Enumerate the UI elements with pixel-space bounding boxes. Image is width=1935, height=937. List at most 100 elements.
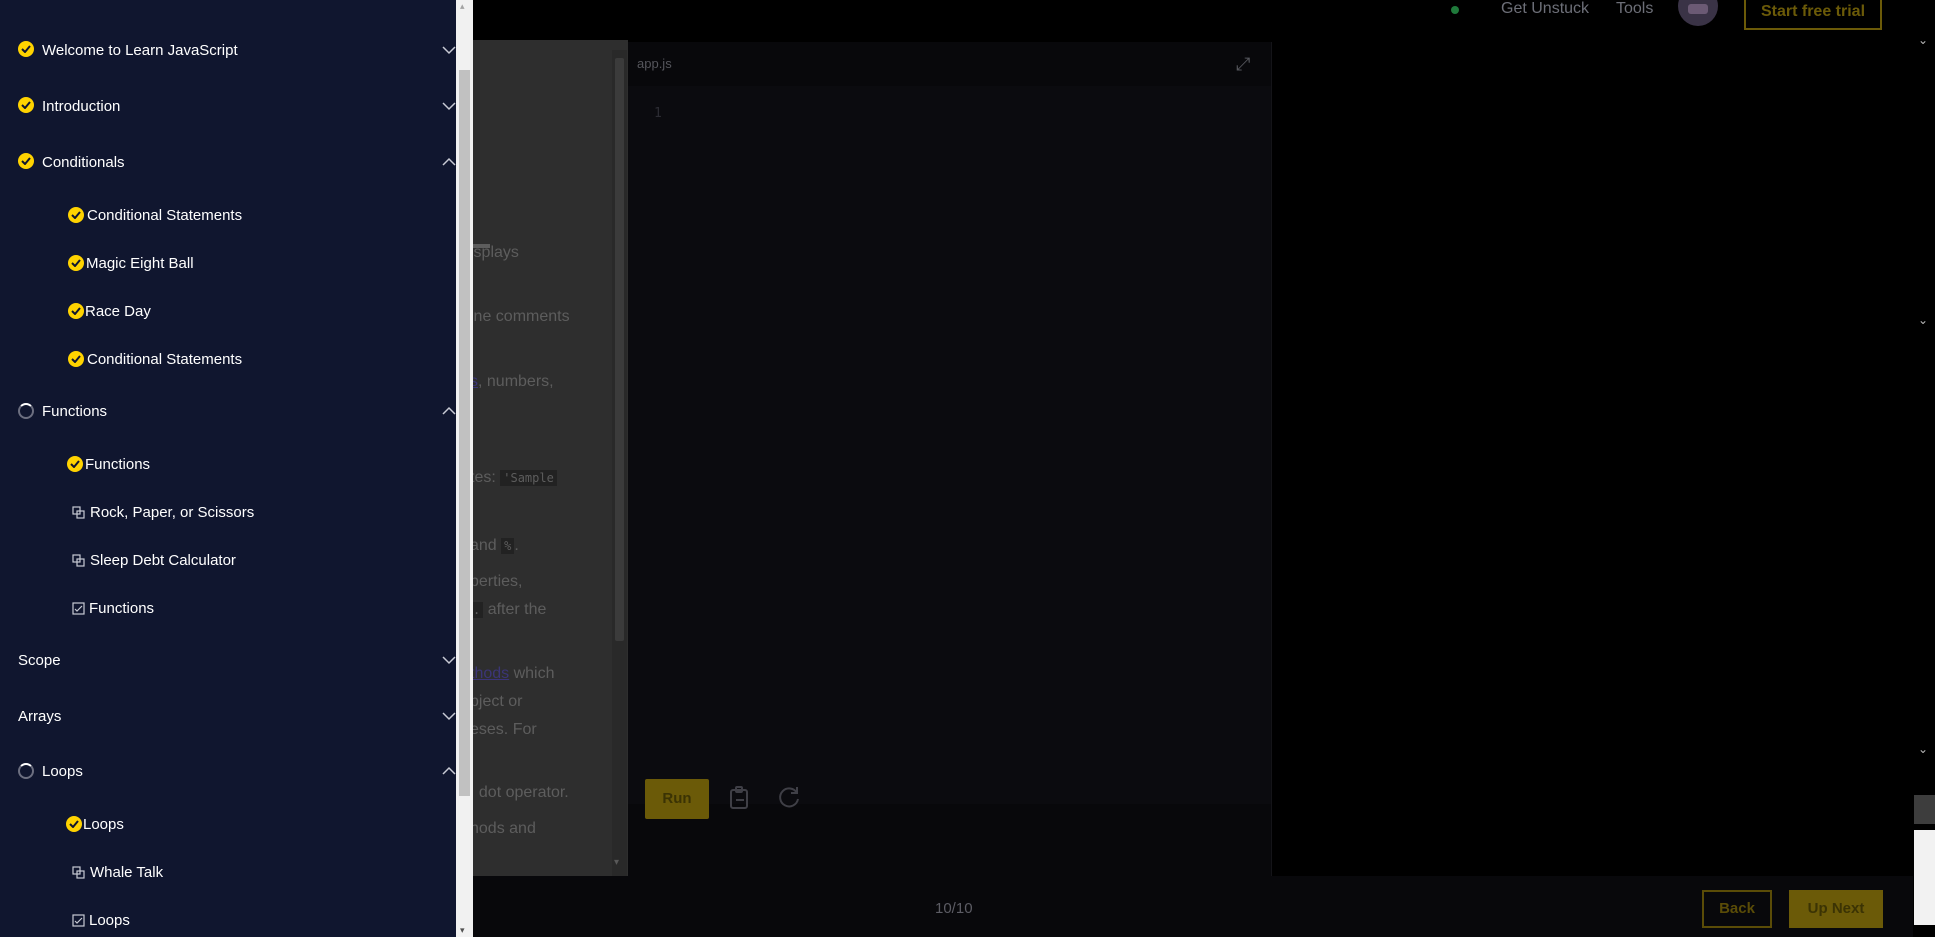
lesson-label: Loops — [83, 816, 124, 833]
lesson-scrollbar-thumb[interactable] — [615, 58, 624, 641]
lesson-item[interactable]: Race Day — [0, 297, 456, 325]
editor-divider — [1271, 42, 1272, 876]
lesson-text: eses. For — [470, 721, 537, 738]
lesson-scroll-down-icon[interactable]: ▾ — [614, 857, 619, 868]
project-item[interactable]: Sleep Debt Calculator — [0, 546, 456, 574]
tools-link[interactable]: Tools — [1616, 0, 1653, 20]
back-button[interactable]: Back — [1702, 890, 1772, 928]
lesson-text: isplays — [470, 244, 519, 261]
module-label: Loops — [42, 763, 83, 780]
lesson-item[interactable]: Conditional Statements — [0, 201, 456, 229]
lesson-text: perties, — [470, 573, 523, 590]
module-label: Welcome to Learn JavaScript — [42, 42, 238, 59]
quiz-icon — [72, 914, 85, 927]
scroll-down-icon[interactable]: ▾ — [460, 925, 465, 936]
quiz-item[interactable]: Loops — [0, 906, 456, 934]
chevron-down-icon[interactable] — [442, 650, 456, 670]
module-label: Functions — [42, 403, 108, 420]
project-label: Sleep Debt Calculator — [90, 552, 236, 569]
chevron-down-icon[interactable]: ⌄ — [1918, 742, 1928, 756]
lesson-link[interactable]: thods — [470, 665, 509, 682]
chevron-up-icon[interactable] — [442, 401, 456, 421]
module-label: Conditionals — [42, 154, 125, 171]
chevron-down-icon[interactable] — [442, 96, 456, 116]
lesson-text: bject or — [470, 693, 523, 710]
lesson-text: , dot operator. — [470, 784, 569, 801]
module-label: Arrays — [18, 708, 62, 725]
check-circle-icon — [66, 816, 82, 832]
tab-app-js[interactable]: app.js — [637, 56, 672, 71]
lesson-text: thods which — [470, 665, 555, 682]
lesson-panel: isplays ine comments s, numbers, tes: 'S… — [455, 40, 628, 876]
chevron-down-icon[interactable] — [442, 706, 456, 726]
module-welcome[interactable]: Welcome to Learn JavaScript — [0, 36, 456, 66]
course-syllabus-sidebar: Welcome to Learn JavaScript Introduction… — [0, 0, 456, 937]
reset-icon[interactable] — [776, 784, 802, 810]
status-dot — [1451, 6, 1459, 14]
project-item[interactable]: Rock, Paper, or Scissors — [0, 498, 456, 526]
module-conditionals[interactable]: Conditionals — [0, 148, 456, 178]
code-editor: app.js ⤢ 1 — [628, 42, 1271, 876]
project-icon — [72, 506, 85, 519]
avatar[interactable] — [1678, 0, 1718, 26]
in-progress-icon — [18, 763, 34, 779]
module-loops[interactable]: Loops — [0, 757, 456, 787]
lesson-label: Functions — [85, 456, 151, 473]
check-circle-icon — [68, 207, 84, 223]
quiz-icon — [72, 602, 85, 615]
lesson-label: Conditional Statements — [87, 207, 243, 224]
lesson-text: s, numbers, — [470, 373, 554, 390]
lesson-text: hods and — [470, 820, 536, 837]
copy-to-clipboard-icon[interactable] — [729, 786, 751, 812]
inline-code: 'Sample — [500, 470, 557, 486]
quiz-label: Loops — [89, 912, 130, 929]
project-icon — [72, 866, 85, 879]
module-label: Introduction — [42, 98, 121, 115]
module-arrays[interactable]: Arrays — [0, 702, 456, 732]
sidebar-scrollbar-thumb[interactable] — [459, 70, 470, 796]
check-circle-icon — [68, 303, 84, 319]
up-next-button[interactable]: Up Next — [1789, 890, 1883, 928]
lesson-text: tes: 'Sample — [470, 468, 557, 488]
project-label: Whale Talk — [90, 864, 164, 881]
chevron-down-icon[interactable]: ⌄ — [1918, 33, 1928, 47]
module-label: Scope — [18, 652, 61, 669]
project-item[interactable]: Whale Talk — [0, 858, 456, 886]
get-unstuck-link[interactable]: Get Unstuck — [1501, 0, 1589, 20]
inline-code: % — [501, 538, 515, 554]
scroll-up-icon[interactable]: ▴ — [460, 1, 465, 12]
page-scrollbar-thumb[interactable] — [1914, 795, 1935, 824]
lesson-text: and %. — [470, 537, 519, 554]
progress-counter: 10/10 — [935, 900, 973, 917]
quiz-item[interactable]: Functions — [0, 594, 456, 622]
check-circle-icon — [18, 153, 34, 169]
chevron-up-icon[interactable] — [442, 761, 456, 781]
page-scrollbar-track — [1914, 830, 1935, 925]
chevron-down-icon[interactable] — [442, 40, 456, 60]
chevron-down-icon[interactable]: ⌄ — [1918, 313, 1928, 327]
quiz-label: Functions — [89, 600, 155, 617]
module-functions[interactable]: Functions — [0, 397, 456, 427]
module-introduction[interactable]: Introduction — [0, 92, 456, 122]
bottom-bar — [455, 876, 1913, 937]
lesson-item[interactable]: Loops — [0, 810, 456, 838]
check-circle-icon — [68, 255, 84, 271]
expand-icon[interactable]: ⤢ — [1236, 54, 1256, 74]
lesson-item[interactable]: Conditional Statements — [0, 345, 456, 373]
check-circle-icon — [18, 97, 34, 113]
module-scope[interactable]: Scope — [0, 646, 456, 676]
start-free-trial-button[interactable]: Start free trial — [1744, 0, 1882, 30]
check-circle-icon — [68, 351, 84, 367]
lesson-label: Magic Eight Ball — [86, 255, 194, 272]
lesson-text: ine comments — [470, 308, 570, 325]
lesson-item[interactable]: Magic Eight Ball — [0, 249, 456, 277]
editor-tab-bar: app.js ⤢ — [628, 42, 1271, 86]
run-button[interactable]: Run — [645, 779, 709, 819]
lesson-item[interactable]: Functions — [0, 450, 456, 478]
editor-footer — [628, 804, 1271, 876]
chevron-up-icon[interactable] — [442, 152, 456, 172]
lesson-text: . after the — [470, 600, 546, 620]
lesson-label: Race Day — [85, 303, 151, 320]
check-circle-icon — [18, 41, 34, 57]
check-circle-icon — [67, 456, 83, 472]
